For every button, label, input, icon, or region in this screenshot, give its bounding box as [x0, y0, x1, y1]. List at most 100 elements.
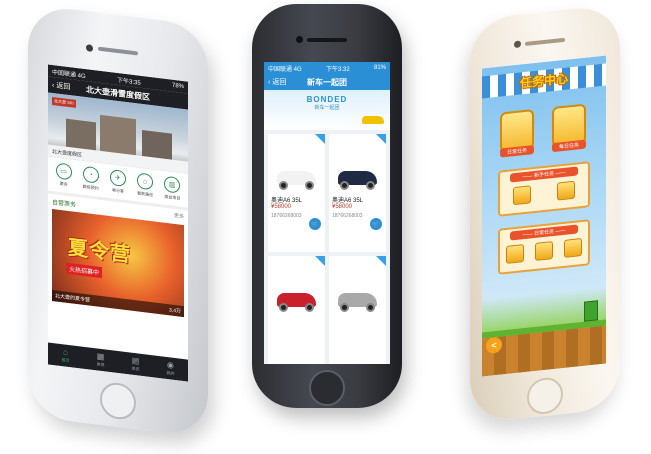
grid-icon: ▦	[96, 351, 105, 362]
battery-label: 81%	[373, 65, 386, 71]
feature-item[interactable]: ✈ 单分客	[109, 169, 126, 195]
card-corner-ribbon	[376, 256, 386, 266]
phone-left-silver: 中国联通 4G 下午3:35 78% ‹ 返回 北大壶滑雪度假区 北大壶 SKI…	[28, 4, 208, 439]
car-wheel	[305, 181, 314, 190]
car-card[interactable]	[329, 256, 386, 364]
battery-label: 78%	[171, 82, 184, 91]
promo-footer-title: 北大壶的夏令营	[55, 293, 91, 304]
car-wheel	[305, 303, 314, 312]
feature-label: 票务	[59, 180, 68, 187]
car-group-buy-screen: 中国联通 4G 下午3:32 81% ‹ 返回 新车一起团 BONDED 新车一…	[264, 62, 390, 364]
car-price: ¥58000	[332, 204, 353, 210]
project-icon: ▥	[164, 175, 181, 194]
home-button[interactable]	[309, 370, 345, 406]
reward-icon[interactable]	[513, 185, 531, 206]
tab-profile[interactable]: ◉ 我的	[167, 360, 175, 377]
earpiece-speaker	[307, 38, 347, 42]
tab-label: 首页	[61, 357, 70, 364]
promo-footer: 北大壶的夏令营 3,4万	[52, 289, 184, 318]
feature-label: 教练预约	[82, 183, 99, 191]
home-icon: ⌂	[63, 347, 68, 357]
ski-resort-app-screen: 中国联通 4G 下午3:35 78% ‹ 返回 北大壶滑雪度假区 北大壶 SKI…	[48, 64, 188, 382]
nav-bar: ‹ 返回 新车一起团	[264, 74, 390, 90]
lift-icon: ⌂	[137, 172, 154, 191]
reward-icon[interactable]	[534, 241, 553, 261]
chevron-left-icon: ‹	[52, 81, 55, 89]
panel-header: —— 新手任务 ——	[510, 166, 578, 183]
tab-news[interactable]: ▤ 资讯	[132, 356, 140, 373]
tab-label: 资讯	[131, 365, 140, 372]
feature-item[interactable]: ◔ 教练预约	[82, 165, 99, 192]
yellow-car-image	[362, 116, 384, 124]
car-name: 奥迪A6 35L	[271, 198, 303, 204]
car-card-grid: 奥迪A6 35L ¥58000 18766268003 🛒 奥迪A6 35L ¥…	[264, 130, 390, 364]
tab-home[interactable]: ⌂ 首页	[62, 347, 70, 364]
section-title: 自营票务	[52, 199, 77, 209]
feature-item[interactable]: ▭ 票务	[55, 162, 72, 188]
car-card[interactable]	[268, 256, 325, 364]
front-camera	[86, 44, 93, 52]
front-camera	[296, 36, 303, 43]
page-title: 新车一起团	[307, 77, 347, 87]
back-label: 返回	[56, 82, 71, 92]
reward-icon[interactable]	[564, 237, 583, 258]
task-panel: —— 日常任务 ——	[498, 219, 590, 275]
task-center-screen: 任务中心 日常任务 每日任务 —— 新手任务 —— —— 日常任务 —— <	[482, 55, 606, 377]
reward-row	[500, 179, 588, 206]
bonded-banner[interactable]: BONDED 新车一起团	[264, 90, 390, 130]
reward-icon[interactable]	[505, 244, 524, 265]
car-price: ¥58000	[271, 204, 292, 210]
travel-icon: ✈	[109, 169, 126, 188]
tab-label: 我的	[166, 370, 175, 376]
card-corner-ribbon	[315, 134, 325, 144]
reward-icon[interactable]	[557, 180, 575, 201]
more-link[interactable]: 更多	[174, 212, 184, 222]
feature-item[interactable]: ▥ 度台项目	[164, 175, 181, 202]
back-label: 返回	[272, 79, 287, 86]
car-card[interactable]: 奥迪A6 35L ¥58000 18766268003 🛒	[268, 134, 325, 252]
car-wheel	[340, 181, 349, 190]
car-image	[271, 151, 322, 191]
daily-task-button[interactable]: 日常任务	[500, 109, 534, 158]
feature-label: 度台项目	[164, 193, 181, 201]
status-bar: 中国联通 4G 下午3:32 81%	[264, 62, 390, 74]
summer-camp-banner[interactable]: 夏令营 火热招募中 北大壶的夏令营 3,4万	[52, 208, 184, 318]
car-image	[332, 273, 383, 313]
task-label: 每日任务	[552, 139, 586, 153]
tab-discover[interactable]: ▦ 发现	[97, 351, 105, 368]
coach-icon: ◔	[82, 165, 99, 184]
promo-headline: 夏令营	[68, 236, 131, 267]
car-name: 奥迪A6 35L	[332, 198, 364, 204]
reward-row	[500, 237, 588, 265]
carrier-label: 中国联通 4G	[268, 66, 302, 73]
car-image	[332, 151, 383, 191]
card-corner-ribbon	[376, 134, 386, 144]
task-label: 日常任务	[500, 145, 534, 158]
car-wheel	[340, 303, 349, 312]
card-corner-ribbon	[315, 256, 325, 266]
green-pipe	[584, 300, 598, 322]
feature-label: 看肤路径	[137, 190, 154, 198]
panel-header: —— 日常任务 ——	[510, 224, 578, 241]
promo-footer-count: 3,4万	[169, 307, 181, 315]
ticket-icon: ▭	[55, 162, 72, 181]
feature-item[interactable]: ⌂ 看肤路径	[137, 172, 154, 198]
phone-middle-gray: 中国联通 4G 下午3:32 81% ‹ 返回 新车一起团 BONDED 新车一…	[252, 4, 402, 408]
feature-label: 单分客	[111, 187, 124, 194]
banner-brand: BONDED	[306, 95, 348, 104]
car-image	[271, 273, 322, 313]
task-panel: —— 新手任务 ——	[498, 161, 590, 217]
brand-tag: 北大壶 SKI	[52, 96, 76, 108]
tab-label: 发现	[96, 361, 105, 368]
time-label: 下午3:32	[325, 66, 350, 73]
cart-icon[interactable]: 🛒	[309, 218, 321, 230]
everyday-task-button[interactable]: 每日任务	[552, 103, 586, 153]
user-icon: ◉	[167, 360, 174, 370]
back-button[interactable]: ‹ 返回	[48, 79, 82, 93]
banner-subtitle: 新车一起团	[314, 105, 340, 111]
promo-band: 火热招募中	[66, 262, 103, 279]
phone-right-gold: 任务中心 日常任务 每日任务 —— 新手任务 —— —— 日常任务 —— <	[470, 4, 620, 424]
cart-icon[interactable]: 🛒	[370, 218, 382, 230]
car-card[interactable]: 奥迪A6 35L ¥58000 18766268003 🛒	[329, 134, 386, 252]
back-button[interactable]: ‹ 返回	[264, 77, 298, 87]
